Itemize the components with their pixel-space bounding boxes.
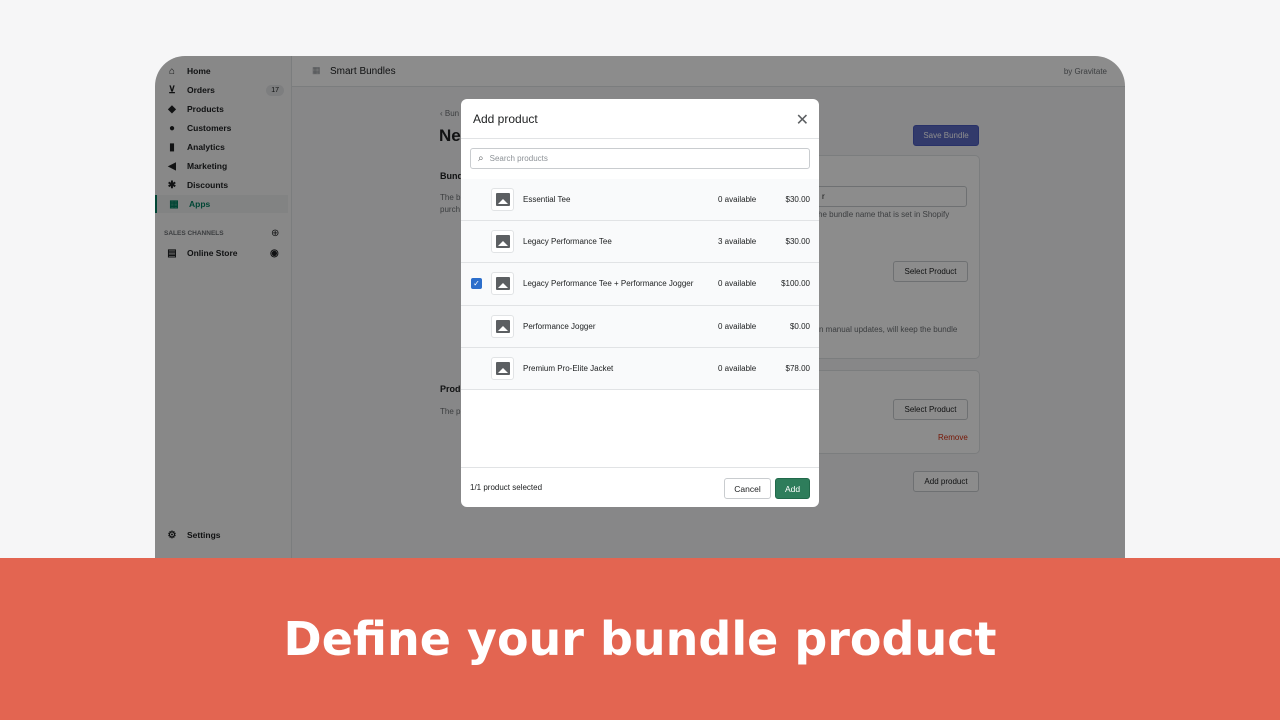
caption-banner: Define your bundle product bbox=[0, 558, 1280, 720]
close-icon[interactable]: ✕ bbox=[796, 110, 809, 130]
checkbox[interactable] bbox=[471, 363, 482, 374]
image-placeholder-icon bbox=[491, 272, 514, 296]
product-name: Essential Tee bbox=[523, 195, 571, 205]
image-placeholder-icon bbox=[491, 230, 514, 254]
image-placeholder-icon bbox=[491, 188, 514, 212]
product-name: Legacy Performance Tee + Performance Jog… bbox=[523, 279, 694, 289]
search-input[interactable]: ⌕ Search products bbox=[470, 148, 810, 169]
product-availability: 0 available bbox=[718, 279, 757, 289]
checkbox[interactable]: ✓ bbox=[471, 278, 482, 290]
cancel-button[interactable]: Cancel bbox=[724, 478, 771, 499]
product-price: $100.00 bbox=[781, 279, 810, 289]
checkbox[interactable] bbox=[471, 194, 482, 205]
image-placeholder-icon bbox=[491, 356, 514, 380]
product-price: $0.00 bbox=[789, 321, 810, 331]
product-row[interactable]: Premium Pro-Elite Jacket 0 available $78… bbox=[461, 347, 819, 390]
selected-count: 1/1 product selected bbox=[470, 483, 543, 492]
modal-title: Add product bbox=[473, 111, 538, 126]
product-row[interactable]: Performance Jogger 0 available $0.00 bbox=[461, 305, 819, 348]
product-name: Performance Jogger bbox=[523, 321, 596, 331]
product-name: Legacy Performance Tee bbox=[523, 237, 612, 247]
modal-footer: 1/1 product selected Cancel Add bbox=[461, 467, 819, 507]
product-row[interactable]: ✓ Legacy Performance Tee + Performance J… bbox=[461, 263, 819, 306]
product-price: $30.00 bbox=[785, 237, 810, 247]
product-availability: 0 available bbox=[718, 321, 757, 331]
checkbox[interactable] bbox=[471, 236, 482, 247]
add-product-modal: Add product ✕ ⌕ Search products Essentia… bbox=[461, 99, 819, 507]
product-row[interactable]: Essential Tee 0 available $30.00 bbox=[461, 179, 819, 222]
product-availability: 3 available bbox=[718, 237, 757, 247]
checkbox[interactable] bbox=[471, 321, 482, 332]
product-row[interactable]: Legacy Performance Tee 3 available $30.0… bbox=[461, 221, 819, 264]
product-availability: 0 available bbox=[718, 195, 757, 205]
image-placeholder-icon bbox=[491, 314, 514, 338]
product-name: Premium Pro-Elite Jacket bbox=[523, 363, 614, 373]
product-list: Essential Tee 0 available $30.00 Legacy … bbox=[461, 179, 819, 390]
search-icon: ⌕ bbox=[478, 153, 484, 164]
search-placeholder: Search products bbox=[489, 154, 548, 163]
product-price: $30.00 bbox=[785, 195, 810, 205]
product-availability: 0 available bbox=[718, 363, 757, 373]
add-button[interactable]: Add bbox=[775, 478, 810, 499]
product-price: $78.00 bbox=[785, 363, 810, 373]
